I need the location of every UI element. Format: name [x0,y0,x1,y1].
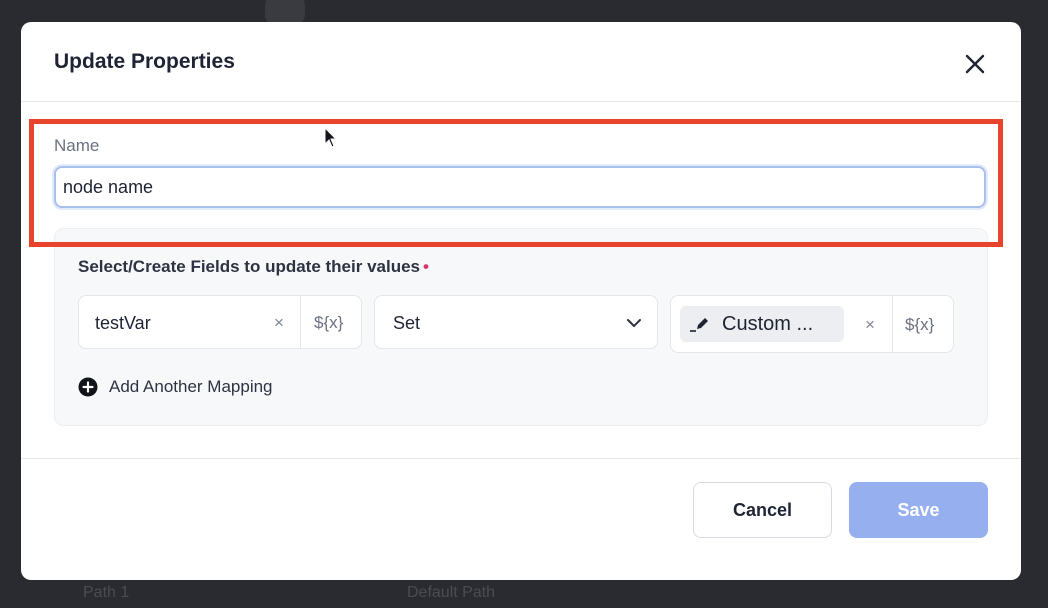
fields-mapping-title: Select/Create Fields to update their val… [78,257,429,277]
background-path-label: Path 1 [83,584,130,601]
cancel-button[interactable]: Cancel [693,482,832,538]
divider [300,296,301,348]
variable-value: testVar [95,313,151,333]
close-icon[interactable] [963,52,987,76]
variable-clear-icon[interactable]: × [274,313,284,333]
name-label: Name [54,136,100,155]
pencil-icon [690,318,708,332]
fields-mapping-panel: Select/Create Fields to update their val… [54,228,988,426]
variable-field[interactable]: testVar × ${x} [78,295,362,349]
name-input[interactable] [54,166,986,208]
footer-divider [21,458,1021,459]
plus-circle-icon [78,377,98,397]
background-default-path-label: Default Path [407,584,496,601]
operation-selected-value: Set [393,313,421,333]
custom-chip-label: Custom ... [722,313,814,335]
custom-value-chip[interactable]: Custom ... [680,306,844,342]
save-button[interactable]: Save [849,482,988,538]
update-properties-modal: Update Properties Name Select/Create Fie… [21,22,1021,580]
value-clear-icon[interactable]: × [865,315,875,335]
value-field[interactable]: Custom ... × ${x} [670,295,954,353]
variable-token-button[interactable]: ${x} [314,313,343,333]
value-variable-token-button[interactable]: ${x} [905,315,934,335]
modal-title: Update Properties [54,50,235,73]
modal-header: Update Properties [21,22,1021,102]
chevron-down-icon [627,319,641,327]
operation-select[interactable]: Set [374,295,658,349]
add-mapping-label: Add Another Mapping [109,377,273,396]
fields-mapping-title-text: Select/Create Fields to update their val… [78,257,421,276]
divider [892,296,893,352]
required-marker: • [423,257,429,276]
name-section: Name [54,136,988,208]
